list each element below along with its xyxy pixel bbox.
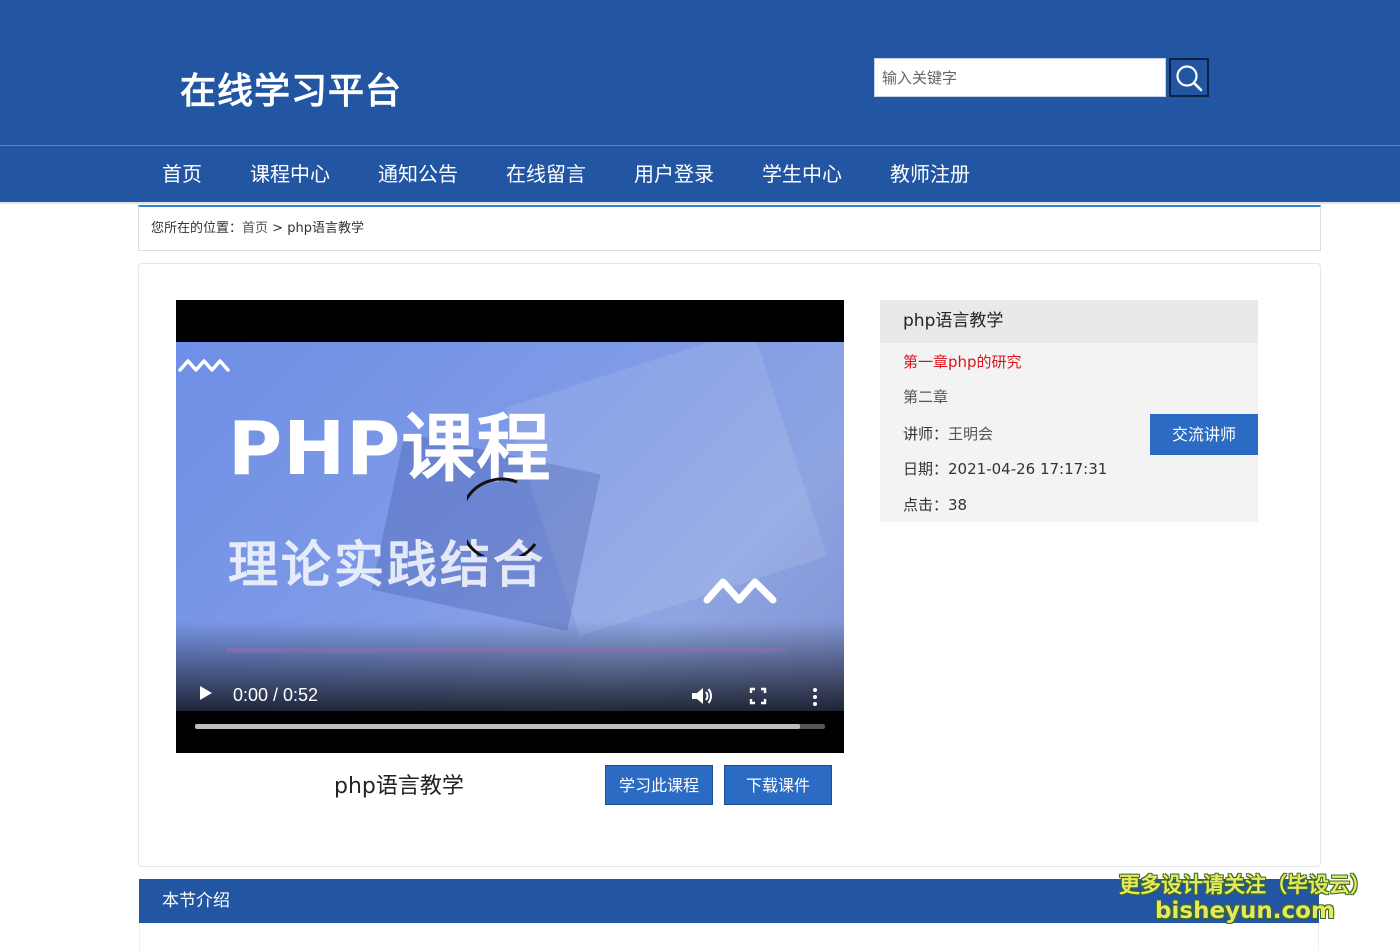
nav-item-student-center[interactable]: 学生中心 <box>738 146 866 202</box>
clicks-value: 38 <box>948 496 968 514</box>
date-info: 日期：2021-04-26 17:17:31 <box>903 458 1107 479</box>
chapter-item[interactable]: 第二章 <box>903 386 948 407</box>
site-title: 在线学习平台 <box>180 71 403 112</box>
watermark: 更多设计请关注（毕设云） bisheyun.com <box>1110 873 1380 926</box>
more-options-icon[interactable] <box>811 687 819 707</box>
nav-item-notices[interactable]: 通知公告 <box>354 146 482 202</box>
video-time: 0:00 / 0:52 <box>233 685 319 705</box>
contact-teacher-button[interactable]: 交流讲师 <box>1150 414 1258 455</box>
clicks-info: 点击：38 <box>903 494 967 515</box>
teacher-info: 讲师：王明会 <box>903 423 993 444</box>
course-info-panel: php语言教学 第一章php的研究 第二章 讲师：王明会 日期：2021-04-… <box>880 300 1258 522</box>
course-title: php语言教学 <box>334 774 464 799</box>
study-course-button[interactable]: 学习此课程 <box>605 765 713 805</box>
breadcrumb-prefix: 您所在的位置： <box>151 221 243 236</box>
nav-shadow <box>0 202 1400 204</box>
section-body <box>139 923 1319 951</box>
main-nav: 首页 课程中心 通知公告 在线留言 用户登录 学生中心 教师注册 <box>138 146 994 202</box>
date-label: 日期： <box>903 460 949 478</box>
nav-item-home[interactable]: 首页 <box>138 146 226 202</box>
chapter-item-active[interactable]: 第一章php的研究 <box>903 351 1022 372</box>
volume-icon[interactable] <box>690 685 714 707</box>
breadcrumb-current: php语言教学 <box>287 221 364 236</box>
zigzag-decoration-icon <box>178 359 230 372</box>
nav-item-teacher-register[interactable]: 教师注册 <box>866 146 994 202</box>
nav-item-login[interactable]: 用户登录 <box>610 146 738 202</box>
video-progress-bar[interactable] <box>195 724 825 729</box>
breadcrumb: 您所在的位置：首页 > php语言教学 <box>138 205 1321 251</box>
zigzag-decoration-icon <box>703 578 777 604</box>
play-icon[interactable] <box>198 684 214 702</box>
clicks-label: 点击： <box>903 496 949 514</box>
header: 在线学习平台 首页 课程中心 通知公告 在线留言 用户登录 学生中心 教师注册 <box>0 0 1400 203</box>
loading-spinner-icon <box>467 477 537 556</box>
teacher-label: 讲师： <box>903 425 949 443</box>
search-button[interactable] <box>1169 58 1209 97</box>
download-courseware-button[interactable]: 下载课件 <box>724 765 832 805</box>
fullscreen-icon[interactable] <box>749 687 767 705</box>
watermark-line-2: bisheyun.com <box>1155 898 1335 925</box>
watermark-line-1: 更多设计请关注（毕设云） <box>1119 873 1371 897</box>
breadcrumb-separator: > <box>268 221 288 236</box>
breadcrumb-home-link[interactable]: 首页 <box>242 221 268 236</box>
search-icon <box>1174 63 1204 93</box>
video-player[interactable]: PHP课程 理论实践结合 0:00 / 0:52 <box>176 300 844 753</box>
nav-item-messages[interactable]: 在线留言 <box>482 146 610 202</box>
teacher-name: 王明会 <box>948 425 994 443</box>
date-value: 2021-04-26 17:17:31 <box>948 460 1108 478</box>
nav-item-courses[interactable]: 课程中心 <box>226 146 354 202</box>
course-info-title: php语言教学 <box>880 300 1258 343</box>
video-progress-fill <box>195 724 800 729</box>
search-input[interactable] <box>874 58 1166 97</box>
